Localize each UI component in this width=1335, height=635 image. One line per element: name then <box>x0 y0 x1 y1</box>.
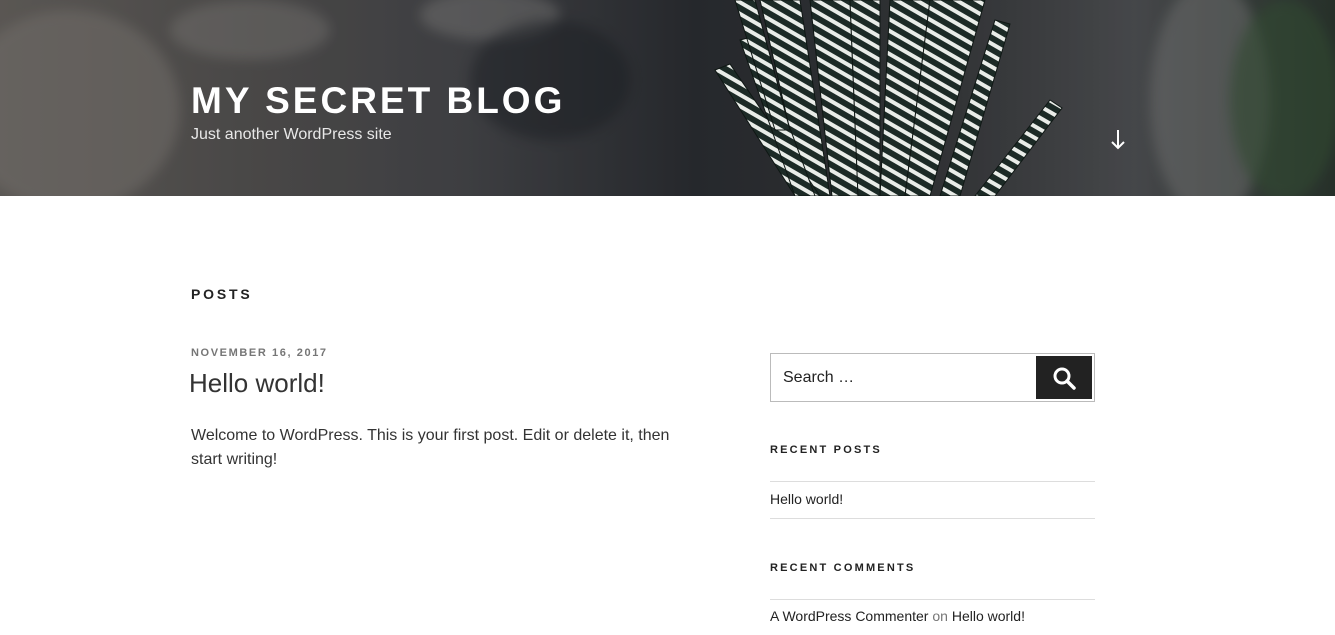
divider <box>770 599 1095 600</box>
site-tagline: Just another WordPress site <box>191 126 392 143</box>
site-title[interactable]: MY SECRET BLOG <box>191 80 565 122</box>
comment-author-link[interactable]: A WordPress Commenter <box>770 608 928 624</box>
divider <box>770 518 1095 519</box>
recent-comments-title: RECENT COMMENTS <box>770 562 916 574</box>
recent-comment-item: A WordPress Commenter on Hello world! <box>770 608 1025 624</box>
search-button[interactable] <box>1036 356 1092 399</box>
recent-posts-title: RECENT POSTS <box>770 444 882 456</box>
post-excerpt: Welcome to WordPress. This is your first… <box>191 427 670 468</box>
comment-connector: on <box>932 608 948 624</box>
search-input[interactable] <box>771 354 1031 401</box>
arrow-down-icon <box>1111 130 1125 150</box>
comment-post-link[interactable]: Hello world! <box>952 608 1025 624</box>
search-form <box>770 353 1095 402</box>
site-header: MY SECRET BLOG Just another WordPress si… <box>0 0 1335 196</box>
post-title-link[interactable]: Hello world! <box>189 368 325 399</box>
recent-post-link[interactable]: Hello world! <box>770 491 843 507</box>
divider <box>770 481 1095 482</box>
search-icon <box>1053 367 1076 390</box>
posts-heading: POSTS <box>191 286 253 302</box>
post-date[interactable]: NOVEMBER 16, 2017 <box>191 347 328 359</box>
scroll-down-button[interactable] <box>1106 126 1130 154</box>
